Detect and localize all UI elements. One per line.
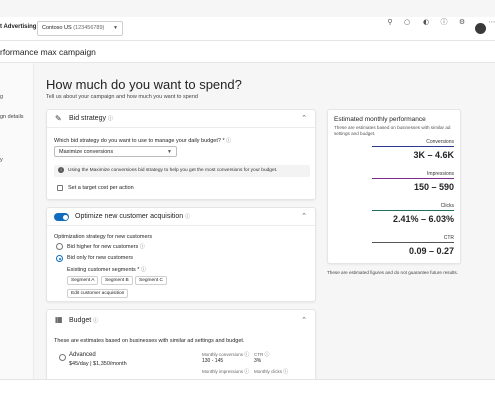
bid-question: Which bid strategy do you want to use to… (54, 138, 232, 144)
radio-bid-higher-label: Bid higher for new customers ⓘ (67, 244, 145, 250)
info-icon: ⓘ (107, 116, 113, 122)
info-icon: ⓘ (93, 318, 99, 324)
monthly-conversions-label: Monthly conversions ⓘ (202, 352, 250, 358)
overflow-icon[interactable]: ⋯ (487, 17, 495, 27)
edit-acquisition-button[interactable]: Edit customer acquisition (67, 289, 129, 298)
new-customer-title: Optimize new customer acquisition ⓘ (75, 213, 191, 220)
monthly-clicks-label: Monthly clicks ⓘ (254, 369, 289, 375)
account-name: Contoso US (42, 25, 72, 31)
ctr-label: CTR ⓘ (254, 352, 270, 358)
app-window: t Advertising Contoso US (123456789) ▼ ⚲… (0, 0, 495, 380)
segment-chip[interactable]: Segment C (135, 276, 167, 285)
ctr-value: 3% (254, 358, 262, 364)
copilot-icon[interactable]: ◐ (421, 17, 431, 27)
segment-chip[interactable]: Segment B (101, 276, 133, 285)
chevron-up-icon[interactable]: ⌃ (301, 212, 307, 220)
metric-value-ctr: 0.09 – 0.27 (408, 246, 454, 256)
monthly-impressions-label: Monthly impressions ⓘ (202, 369, 250, 375)
optimize-toggle[interactable] (54, 213, 69, 221)
target-cost-checkbox[interactable] (57, 185, 63, 191)
strategy-label: Optimization strategy for new customers (54, 234, 153, 240)
gear-icon[interactable]: ⚙ (457, 17, 467, 27)
selected-value: Maximize conversions (59, 149, 114, 155)
info-icon: ⓘ (185, 214, 191, 220)
budget-card: ▦ Budget ⓘ ⌃ These are estimates based o… (46, 309, 316, 379)
main-subtitle: Tell us about your campaign and how much… (46, 94, 198, 100)
card-header[interactable]: ▦ Budget ⓘ ⌃ (47, 310, 315, 330)
radio-bid-higher[interactable] (56, 243, 63, 250)
metric-value-impressions: 150 – 590 (413, 182, 454, 192)
performance-title: Estimated monthly performance (334, 116, 426, 123)
metric-label-impressions: Impressions (427, 171, 454, 177)
metric-line-impressions (372, 178, 454, 179)
left-nav: g gn details y (0, 63, 34, 379)
title-bar: rformance max campaign (0, 41, 495, 63)
performance-description: These are estimates based on businesses … (334, 125, 451, 136)
budget-option-name: Advanced (69, 352, 96, 358)
radio-bid-only[interactable] (56, 255, 63, 262)
radio-budget-advanced[interactable] (59, 354, 66, 361)
info-icon: ⓘ (140, 267, 146, 273)
help-icon[interactable]: ⓘ (439, 17, 449, 27)
metric-value-conversions: 3K – 4.6K (413, 150, 454, 160)
account-id: (123456789) (73, 25, 105, 31)
metric-label-conversions: Conversions (426, 139, 454, 145)
new-customer-card: Optimize new customer acquisition ⓘ ⌃ Op… (46, 207, 316, 302)
chevron-up-icon[interactable]: ⌃ (301, 114, 307, 122)
bell-icon[interactable]: ○ (402, 17, 412, 27)
chevron-down-icon: ▼ (113, 25, 118, 31)
page-title: rformance max campaign (0, 47, 96, 57)
calendar-icon: ▦ (55, 315, 63, 324)
performance-panel: Estimated monthly performance These are … (327, 109, 461, 264)
nav-item-2[interactable]: gn details (0, 114, 24, 120)
search-icon[interactable]: ⚲ (385, 17, 395, 27)
bid-strategy-title: Bid strategy ⓘ (69, 115, 113, 122)
monthly-conversions-value: 130 - 145 (202, 358, 224, 364)
target-cost-label: Set a target cost per action (68, 185, 134, 191)
radio-bid-only-label: Bid only for new customers (67, 255, 134, 261)
budget-option-price: $45/day | $1,350/month (69, 361, 127, 367)
segments-label: Existing customer segments * ⓘ (67, 267, 146, 273)
metric-line-ctr (372, 242, 454, 243)
bid-strategy-icon: ✎ (55, 114, 62, 123)
bid-strategy-select[interactable]: Maximize conversions ▼ (54, 146, 177, 157)
brand-name: t Advertising (0, 24, 37, 30)
metric-label-clicks: Clicks (440, 203, 454, 209)
avatar[interactable] (475, 23, 486, 34)
segment-chip[interactable]: Segment A (67, 276, 99, 285)
budget-title: Budget ⓘ (69, 317, 99, 324)
info-icon: ⓘ (226, 138, 232, 144)
chevron-up-icon[interactable]: ⌃ (301, 316, 307, 324)
metric-line-clicks (372, 210, 454, 211)
metric-label-ctr: CTR (443, 235, 454, 241)
nav-item-3[interactable]: y (0, 157, 3, 163)
account-selector[interactable]: Contoso US (123456789) ▼ (37, 21, 123, 36)
bid-notice: i Using the Maximize conversions bid str… (54, 165, 310, 177)
nav-item-1[interactable]: g (0, 94, 3, 100)
metric-value-clicks: 2.41% – 6.03% (392, 214, 454, 224)
chevron-down-icon: ▼ (167, 149, 172, 155)
metric-line-conversions (372, 146, 454, 147)
main-heading: How much do you want to spend? (46, 77, 242, 92)
card-header[interactable]: Optimize new customer acquisition ⓘ ⌃ (47, 208, 315, 226)
performance-footer: These are estimated figures and do not g… (327, 270, 459, 275)
card-header[interactable]: ✎ Bid strategy ⓘ ⌃ (47, 110, 315, 128)
top-bar: t Advertising Contoso US (123456789) ▼ ⚲… (0, 17, 495, 41)
budget-description: These are estimates based on businesses … (54, 338, 245, 344)
info-icon: i (58, 167, 64, 173)
bid-strategy-card: ✎ Bid strategy ⓘ ⌃ Which bid strategy do… (46, 109, 316, 200)
info-icon: ⓘ (139, 244, 145, 250)
